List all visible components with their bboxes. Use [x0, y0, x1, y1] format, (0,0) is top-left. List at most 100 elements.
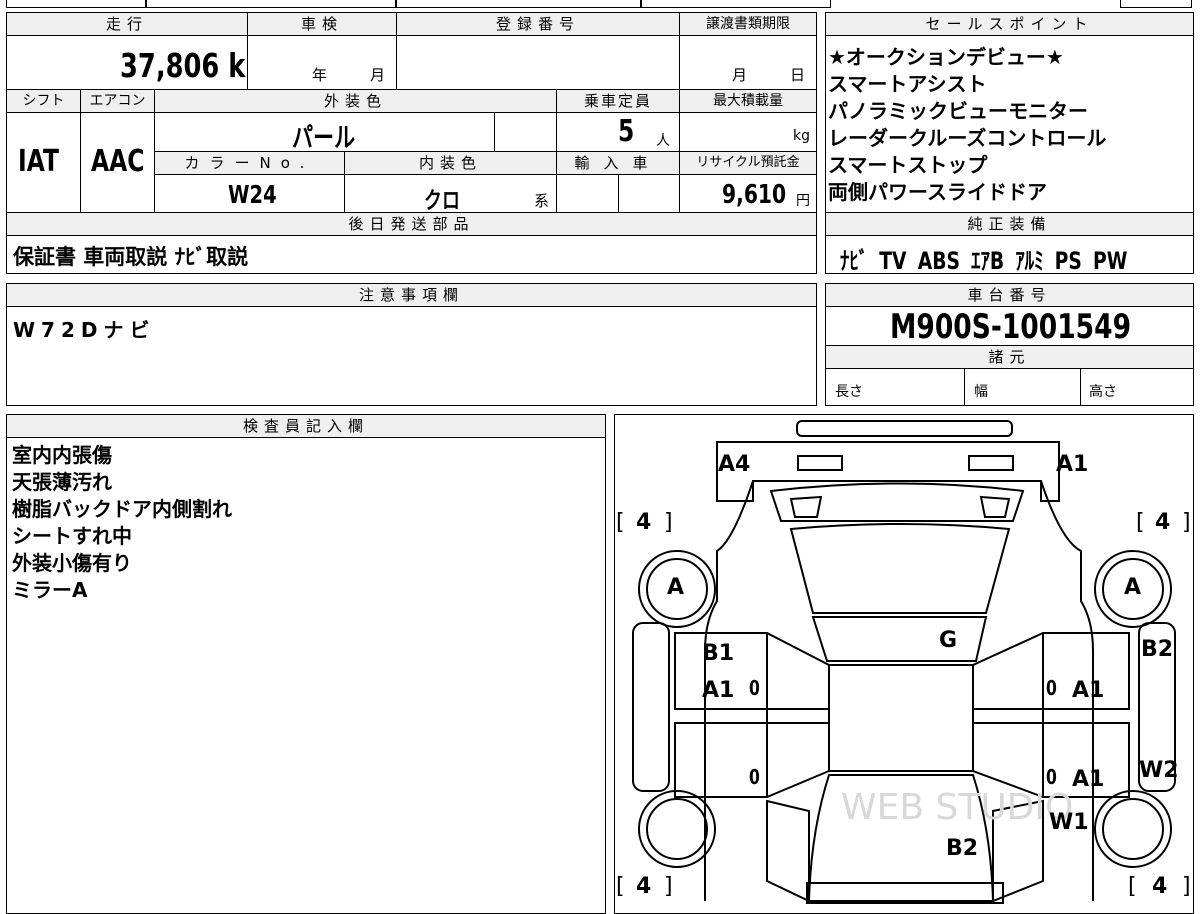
- max-load-header: 最大積載量: [679, 89, 817, 113]
- tire-rl-open: [: [616, 510, 625, 535]
- wheel-front-right: [1094, 790, 1172, 868]
- aircon-header: エアコン: [80, 89, 155, 113]
- rear-glass-inner: [789, 495, 1011, 518]
- sales-point: スマートアシスト: [828, 72, 987, 96]
- recycle-header: リサイクル預託金: [679, 151, 817, 175]
- watermark: WEB STUDIO: [841, 787, 1073, 828]
- inspector-line: シートすれ中: [12, 524, 132, 548]
- chassis-header: 車台番号: [825, 283, 1194, 307]
- recycle-value: 9,610: [722, 180, 787, 210]
- color-no-header: カラーNo.: [154, 151, 345, 175]
- inspector-line: 室内内張傷: [12, 443, 112, 467]
- wheel-left-grade: A: [667, 575, 685, 600]
- right-skirt-grade-b2: B2: [1141, 637, 1174, 662]
- left-zero-2: 0: [749, 765, 760, 789]
- sales-points-header: セールスポイント: [825, 12, 1194, 36]
- tire-rr-value: 4: [1155, 510, 1171, 535]
- load-unit: kg: [793, 128, 810, 144]
- rear-lamp-left: [797, 455, 843, 471]
- inspector-header: 検査員記入欄: [6, 414, 606, 438]
- wheel-front-right-inner: [1102, 798, 1164, 860]
- later-parts-value: 保証書 車両取説 ﾅﾋﾞ取説: [13, 245, 249, 269]
- roof-panel: [789, 523, 1011, 614]
- inspector-line: 天張薄汚れ: [12, 470, 112, 494]
- rear-lamp-right: [968, 455, 1014, 471]
- later-parts-header: 後日発送部品: [6, 212, 817, 236]
- wheel-front-left: [638, 790, 716, 868]
- tire-fr-close: ]: [1182, 874, 1191, 899]
- left-side-skirt: [632, 622, 670, 792]
- capacity-unit: 人: [656, 133, 670, 149]
- exterior-color-extra: [494, 112, 557, 152]
- wheel-right-grade: A: [1124, 575, 1142, 600]
- inspector-lines: 室内内張傷 天張薄汚れ 樹脂バックドア内側割れ シートすれ中 外装小傷有り ミラ…: [12, 442, 232, 604]
- left-rear-door-grade: B1: [702, 641, 735, 666]
- interior-color-header: 内装色: [344, 151, 557, 175]
- tire-rr-close: ]: [1182, 510, 1191, 535]
- top-stub: [641, 0, 831, 8]
- chassis-number: M900S-1001549: [890, 307, 1132, 347]
- left-front-fender: [766, 799, 810, 903]
- right-zero-2: 0: [1046, 765, 1057, 789]
- capacity-header: 乗車定員: [556, 89, 680, 113]
- wheel-front-left-inner: [646, 798, 708, 860]
- genuine-equipment-value: ﾅﾋﾞ TV ABS ｴｱB ｱﾙﾐ PS PW: [840, 247, 1128, 275]
- roof-grade: G: [939, 628, 958, 653]
- tire-rl-close: ]: [664, 510, 673, 535]
- left-zero-1: 0: [749, 676, 760, 700]
- top-stub: [6, 0, 146, 8]
- car-diagram-panel: WEB STUDIO: [614, 414, 1194, 914]
- sales-points-list: ★オークションデビュー★ スマートアシスト パノラミックビューモニター レーダー…: [828, 44, 1106, 206]
- hood-grade: B2: [946, 836, 979, 861]
- mileage-header: 走行: [6, 12, 248, 36]
- right-skirt-grade-w2: W2: [1139, 758, 1179, 783]
- tire-rr-open: [: [1136, 510, 1145, 535]
- shift-value: IAT: [18, 144, 59, 179]
- recycle-unit: 円: [796, 193, 810, 209]
- shift-header: シフト: [6, 89, 81, 113]
- registration-cell: [396, 35, 680, 90]
- diagram-label-rear-left: A4: [718, 452, 751, 477]
- registration-header: 登録番号: [396, 12, 680, 36]
- deadline-day: 日: [790, 66, 806, 84]
- right-front-door-grade: A1: [1072, 767, 1105, 792]
- height-label: 高さ: [1089, 384, 1117, 400]
- right-rear-door-grade: A1: [1072, 678, 1105, 703]
- notes-value: W72Dナビ: [13, 318, 156, 342]
- inspector-line: 樹脂バックドア内側割れ: [12, 497, 232, 521]
- inspection-month: 月: [370, 66, 386, 84]
- top-stub: [1120, 0, 1192, 8]
- interior-suffix: 系: [534, 192, 550, 210]
- inspector-line: ミラーA: [12, 578, 88, 602]
- sales-point: パノラミックビューモニター: [828, 99, 1088, 123]
- color-no-value: W24: [228, 180, 277, 209]
- exterior-color-header: 外装色: [154, 89, 557, 113]
- inspection-year: 年: [312, 66, 328, 84]
- notes-header: 注意事項欄: [6, 283, 817, 307]
- top-stub: [146, 0, 396, 8]
- rear-bumper: [716, 441, 1060, 502]
- exterior-color-value: パール: [292, 123, 356, 154]
- top-stub: [396, 0, 641, 8]
- tire-fr-value: 4: [1152, 874, 1168, 899]
- tire-fr-open: [: [1128, 874, 1137, 899]
- right-zero-1: 0: [1046, 676, 1057, 700]
- sales-point: ★オークションデビュー★: [828, 45, 1064, 69]
- inspector-line: 外装小傷有り: [12, 551, 132, 575]
- cabin-floor: [828, 664, 974, 772]
- import-cell-b: [618, 174, 680, 213]
- inspection-header: 車検: [247, 12, 397, 36]
- sales-point: レーダークルーズコントロール: [828, 126, 1107, 150]
- sales-point: スマートストップ: [828, 153, 988, 177]
- import-header: 輸入車: [556, 151, 680, 175]
- length-label: 長さ: [835, 384, 863, 400]
- body-outline: [704, 480, 1094, 901]
- interior-color-value: クロ: [424, 188, 460, 214]
- tire-fl-value: 4: [636, 874, 652, 899]
- right-fender-grade-w1: W1: [1049, 810, 1089, 835]
- tire-fl-open: [: [616, 874, 625, 899]
- specs-header: 諸元: [825, 345, 1194, 369]
- sales-point: 両側パワースライドドア: [828, 180, 1047, 204]
- left-rear-door-grade-2: A1: [702, 678, 735, 703]
- width-label: 幅: [974, 384, 988, 400]
